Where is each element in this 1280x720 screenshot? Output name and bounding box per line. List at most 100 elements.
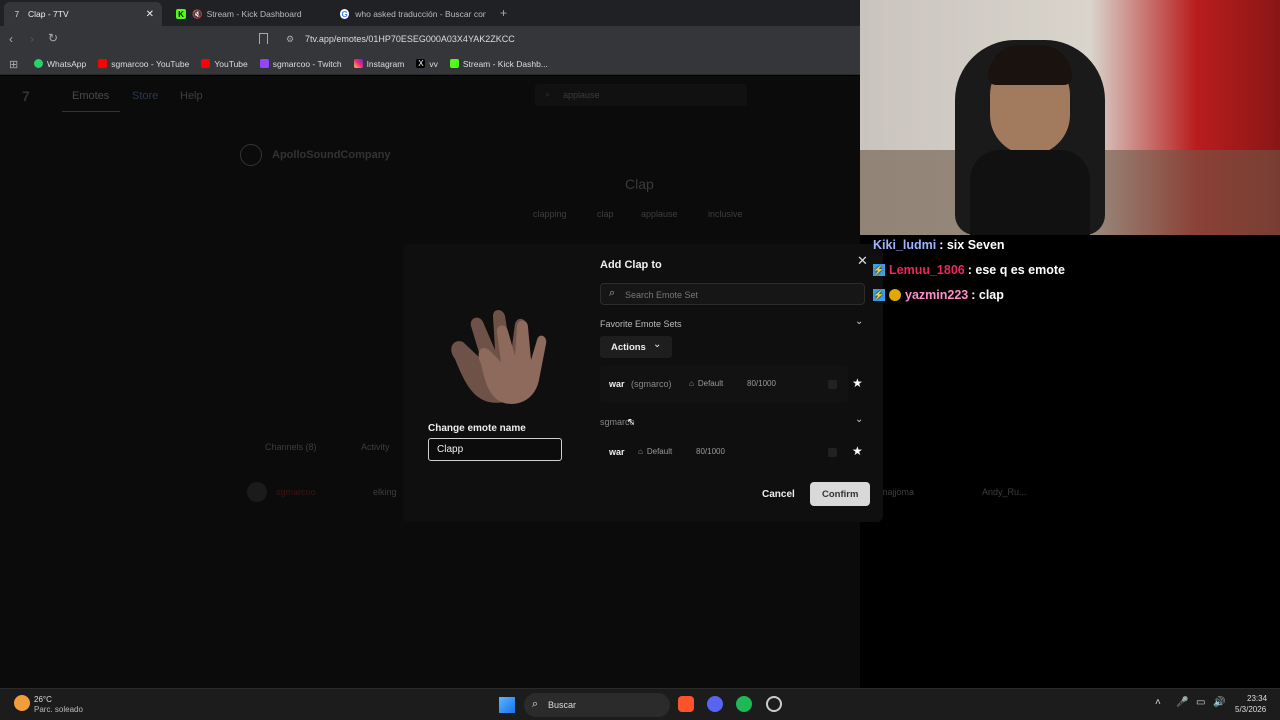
emote-set-row[interactable]: war (sgmarco) ⌂ Default 80/1000 (600, 366, 848, 402)
tab-google[interactable]: G who asked traducción - Buscar con G (332, 2, 494, 26)
home-icon: ⌂ (689, 379, 694, 388)
channel-name[interactable]: sgmarcoo (276, 487, 316, 497)
close-icon[interactable]: ✕ (857, 253, 868, 269)
emote-set-search-input[interactable]: ⌕ Search Emote Set (600, 283, 865, 305)
emote-set-row[interactable]: war ⌂ Default 80/1000 (600, 434, 848, 470)
tag[interactable]: inclusive (708, 209, 743, 219)
webcam-person-body (970, 150, 1090, 235)
whatsapp-icon (34, 59, 43, 68)
set-checkbox[interactable] (828, 380, 837, 389)
tab-7tv[interactable]: 7 Clap - 7TV ✕ (4, 2, 162, 26)
tag[interactable]: applause (641, 209, 678, 219)
tag[interactable]: clap (597, 209, 614, 219)
bookmark-x[interactable]: Xvv (416, 59, 438, 69)
chat-message: Kiki_ludmi : six Seven (873, 238, 1005, 252)
tag[interactable]: clapping (533, 209, 567, 219)
tab-kick[interactable]: K 🔇 Stream - Kick Dashboard (168, 2, 330, 26)
x-icon: X (416, 59, 426, 68)
forward-icon[interactable]: › (30, 32, 34, 46)
kick-icon: K (176, 9, 186, 19)
set-checkbox[interactable] (828, 448, 837, 457)
tab-channels[interactable]: Channels (8) (265, 442, 317, 452)
chevron-down-icon[interactable]: ⌄ (855, 414, 863, 425)
tray-chevron-icon[interactable]: ˄ (1155, 697, 1161, 708)
taskbar: 26°C Parc. soleado ⌕ Buscar ˄ 🎤 ▭ 🔊 23:3… (0, 688, 1280, 720)
tab-activity[interactable]: Activity (361, 442, 390, 452)
url-field[interactable]: 7tv.app/emotes/01HP70ESEG000A03X4YAK2ZKC… (305, 34, 515, 44)
youtube-icon (98, 59, 108, 68)
emote-title: Clap (625, 176, 654, 192)
bookmark-kick[interactable]: Stream - Kick Dashb... (449, 59, 548, 69)
default-badge: ⌂ Default (689, 379, 724, 388)
nav-store[interactable]: Store (132, 90, 158, 102)
reload-icon[interactable]: ↻ (48, 31, 58, 45)
nav-emotes[interactable]: Emotes (72, 90, 109, 102)
volume-icon[interactable]: 🔊 (1213, 697, 1225, 708)
new-tab-button[interactable]: + (500, 6, 507, 20)
badge-icon: ⚡ (873, 264, 885, 276)
emote-name-input[interactable]: Clapp (428, 438, 562, 461)
site-info-icon[interactable]: ⚙ (286, 34, 294, 45)
back-icon[interactable]: ‹ (9, 32, 13, 46)
actions-button[interactable]: Actions ⌄ (600, 336, 672, 358)
emote-count: 80/1000 (696, 447, 725, 456)
default-badge: ⌂ Default (638, 447, 673, 456)
clock-date[interactable]: 5/3/2026 (1235, 705, 1266, 714)
clap-emote-image (441, 304, 551, 414)
owner-name[interactable]: ApolloSoundCompany (272, 149, 391, 161)
bookmark-youtube[interactable]: YouTube (201, 59, 248, 69)
dialog-title: Add Clap to (600, 259, 662, 271)
clock-time[interactable]: 23:34 (1247, 694, 1267, 703)
mute-icon: 🔇 (192, 8, 203, 19)
chevron-down-icon[interactable]: ⌄ (855, 316, 863, 327)
apps-icon[interactable]: ⊞ (9, 58, 18, 71)
add-emote-dialog: Change emote name Clapp Add Clap to ✕ ⌕ … (403, 244, 883, 522)
obs-icon[interactable] (766, 696, 782, 712)
7tv-icon: 7 (14, 9, 20, 19)
webcam-overlay (860, 0, 1280, 235)
channel-name[interactable]: Andy_Ru... (982, 487, 1027, 497)
weather-icon[interactable] (14, 695, 30, 711)
channel-name[interactable]: majjoma (880, 487, 914, 497)
spotify-icon[interactable] (736, 696, 752, 712)
badge-icon: ⚡ (873, 289, 885, 301)
microphone-icon[interactable]: 🎤 (1176, 697, 1188, 708)
emote-count: 80/1000 (747, 379, 776, 388)
brave-icon[interactable] (678, 696, 694, 712)
browser-tab-bar: 7 Clap - 7TV ✕ K 🔇 Stream - Kick Dashboa… (0, 0, 860, 26)
bookmarks-bar: ⊞ WhatsApp sgmarcoo - YouTube YouTube sg… (0, 53, 860, 75)
bookmark-youtube-channel[interactable]: sgmarcoo - YouTube (98, 59, 189, 69)
star-icon[interactable]: ★ (852, 376, 863, 390)
bookmark-icon[interactable] (259, 33, 268, 44)
discord-icon[interactable] (707, 696, 723, 712)
confirm-button[interactable]: Confirm (810, 482, 870, 506)
close-tab-icon[interactable]: ✕ (146, 9, 154, 20)
sub-badge-icon (889, 289, 901, 301)
channel-name[interactable]: elking (373, 487, 397, 497)
chat-message: ⚡ yazmin223 : clap (873, 288, 1004, 302)
site-search-input[interactable]: ⌕ applause (535, 84, 747, 106)
twitch-icon (259, 59, 269, 68)
star-icon[interactable]: ★ (852, 444, 863, 458)
bookmark-twitch[interactable]: sgmarcoo - Twitch (259, 59, 342, 69)
taskbar-search[interactable]: ⌕ Buscar (524, 693, 670, 717)
bookmark-whatsapp[interactable]: WhatsApp (34, 59, 86, 69)
search-icon: ⌕ (609, 287, 616, 299)
weather-temp[interactable]: 26°C (34, 695, 52, 704)
owner-avatar[interactable] (240, 144, 262, 166)
network-icon[interactable]: ▭ (1196, 697, 1205, 708)
chat-message: ⚡ Lemuu_1806 : ese q es emote (873, 263, 1065, 277)
change-name-label: Change emote name (428, 423, 526, 434)
bookmark-instagram[interactable]: Instagram (353, 59, 404, 69)
avatar (247, 482, 267, 502)
windows-start-icon[interactable] (499, 697, 515, 713)
nav-help[interactable]: Help (180, 90, 203, 102)
weather-text[interactable]: Parc. soleado (34, 705, 83, 714)
webcam-person-hair (988, 45, 1072, 85)
cursor-icon: ↖ (627, 417, 636, 428)
address-bar: ‹ › ↻ ⚙ 7tv.app/emotes/01HP70ESEG000A03X… (0, 26, 860, 53)
chevron-down-icon: ⌄ (653, 339, 662, 350)
search-icon: ⌕ (532, 698, 539, 710)
cancel-button[interactable]: Cancel (762, 489, 795, 500)
7tv-logo[interactable]: 7 (22, 88, 30, 104)
